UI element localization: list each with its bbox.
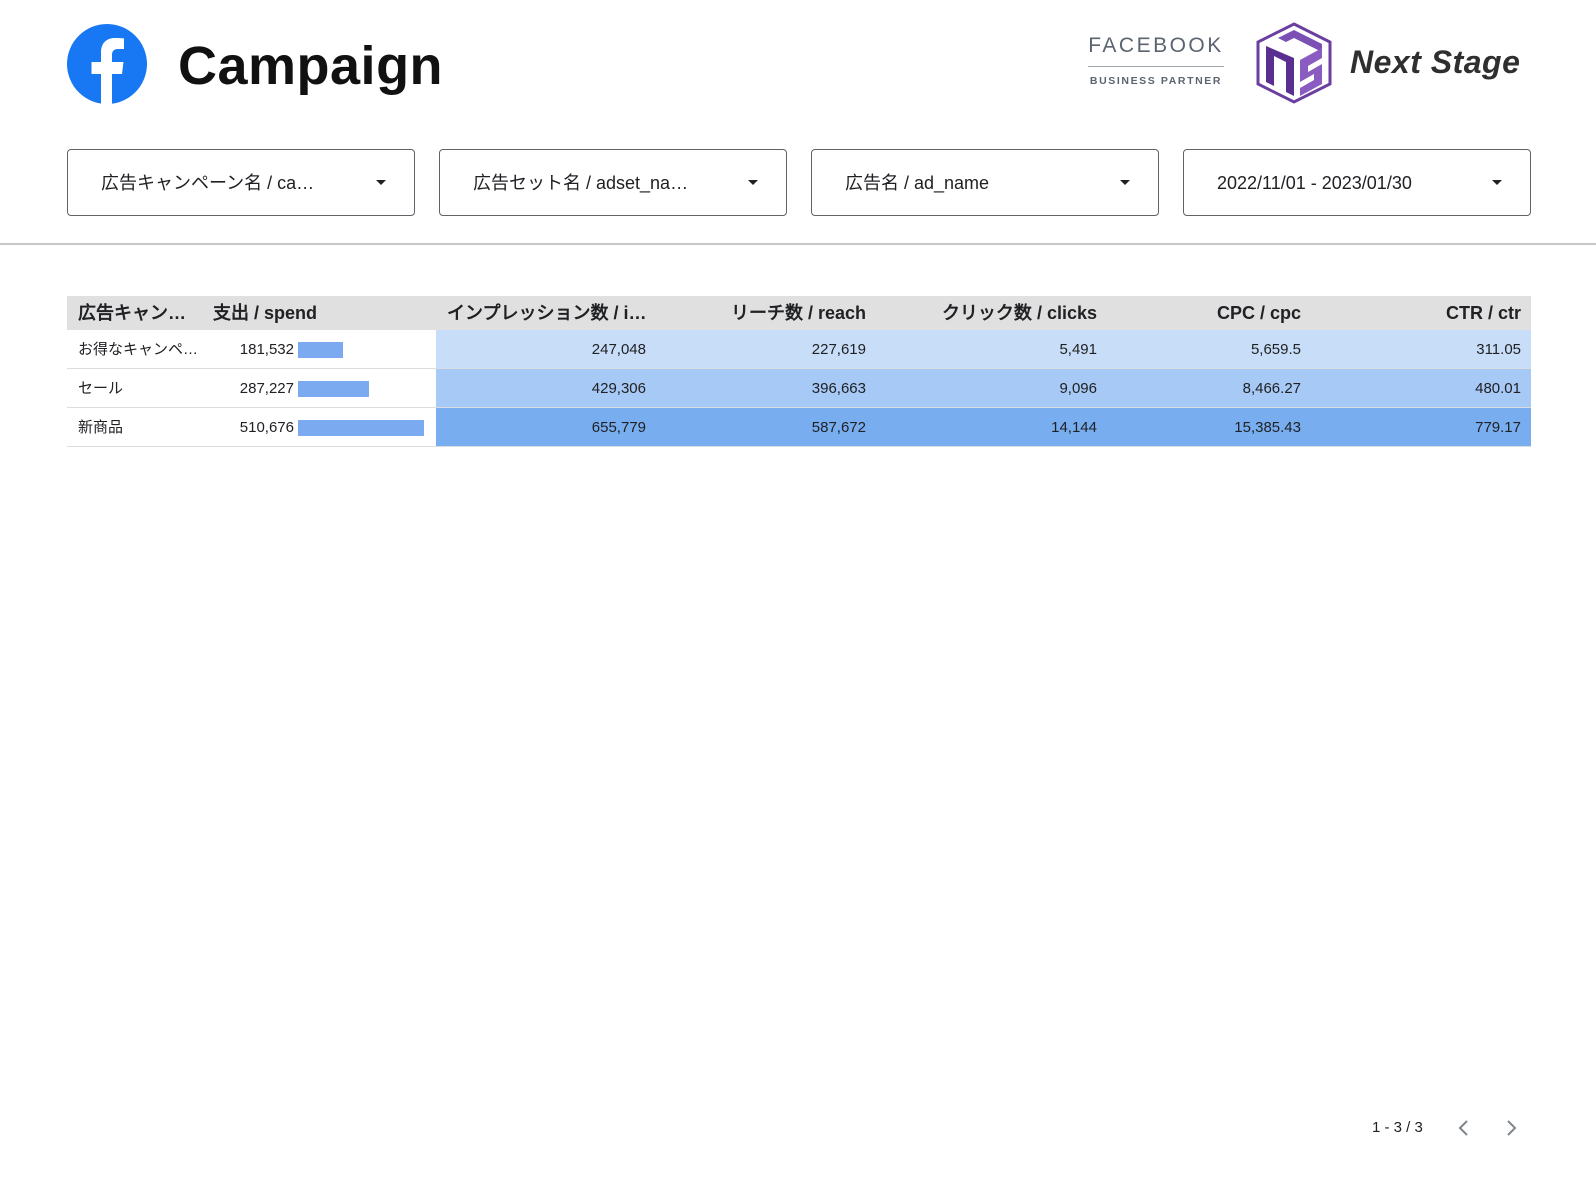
spend-cell: 287,227: [239, 380, 294, 397]
next-stage-logo-icon: [1256, 22, 1332, 104]
cpc-cell: 5,659.5: [1107, 330, 1311, 368]
clicks-cell: 14,144: [876, 408, 1107, 446]
clicks-cell: 9,096: [876, 369, 1107, 407]
clicks-cell: 5,491: [876, 330, 1107, 368]
spend-bar: [298, 420, 424, 436]
facebook-business-partner-badge: FACEBOOK BUSINESS PARTNER: [1086, 34, 1226, 88]
campaign-cell: 新商品: [78, 419, 124, 436]
filter-label: 広告キャンペーン名 / ca…: [101, 173, 315, 193]
ctr-cell: 311.05: [1311, 330, 1531, 368]
spend-cell: 181,532: [239, 341, 294, 358]
table-row[interactable]: お得なキャンペ… 181,532 247,048 227,619 5,491 5…: [67, 330, 1531, 369]
reach-cell: 227,619: [656, 330, 876, 368]
campaign-name-filter[interactable]: 広告キャンペーン名 / ca…: [67, 149, 415, 216]
impressions-cell: 247,048: [436, 330, 656, 368]
date-range-filter[interactable]: 2022/11/01 - 2023/01/30: [1183, 149, 1531, 216]
impressions-cell: 429,306: [436, 369, 656, 407]
caret-down-icon: [376, 180, 386, 185]
adset-name-filter[interactable]: 広告セット名 / adset_na…: [439, 149, 787, 216]
reach-cell: 587,672: [656, 408, 876, 446]
column-header-reach[interactable]: リーチ数 / reach: [656, 296, 876, 330]
reach-cell: 396,663: [656, 369, 876, 407]
partner-bottom-text: BUSINESS PARTNER: [1089, 75, 1223, 87]
spend-bar: [298, 342, 343, 358]
spend-bar: [298, 381, 369, 397]
chevron-left-icon[interactable]: [1452, 1116, 1476, 1140]
brand-name: Next Stage: [1350, 44, 1521, 80]
impressions-cell: 655,779: [436, 408, 656, 446]
facebook-logo-icon: [67, 24, 147, 104]
table-row[interactable]: セール 287,227 429,306 396,663 9,096 8,466.…: [67, 369, 1531, 408]
column-header-spend[interactable]: 支出 / spend: [213, 296, 435, 330]
column-header-cpc[interactable]: CPC / cpc: [1107, 296, 1311, 330]
column-header-ctr[interactable]: CTR / ctr: [1311, 296, 1531, 330]
caret-down-icon: [1492, 180, 1502, 185]
campaign-cell: セール: [78, 380, 124, 397]
header-divider: [0, 243, 1596, 245]
caret-down-icon: [748, 180, 758, 185]
table-header-row: 広告キャン… 支出 / spend インプレッション数 / i… リーチ数 / …: [67, 296, 1531, 330]
ad-name-filter[interactable]: 広告名 / ad_name: [811, 149, 1159, 216]
pagination-range: 1 - 3 / 3: [1372, 1119, 1423, 1136]
campaign-cell: お得なキャンペ…: [78, 341, 199, 358]
partner-top-text: FACEBOOK: [1088, 34, 1224, 57]
date-range-label: 2022/11/01 - 2023/01/30: [1217, 173, 1412, 193]
filter-label: 広告セット名 / adset_na…: [473, 173, 689, 193]
filter-label: 広告名 / ad_name: [845, 173, 990, 193]
column-header-impressions[interactable]: インプレッション数 / i…: [436, 296, 656, 330]
ctr-cell: 480.01: [1311, 369, 1531, 407]
cpc-cell: 15,385.43: [1107, 408, 1311, 446]
ctr-cell: 779.17: [1311, 408, 1531, 446]
campaign-table: 広告キャン… 支出 / spend インプレッション数 / i… リーチ数 / …: [67, 296, 1531, 447]
spend-cell: 510,676: [239, 419, 294, 436]
table-row[interactable]: 新商品 510,676 655,779 587,672 14,144 15,38…: [67, 408, 1531, 447]
caret-down-icon: [1120, 180, 1130, 185]
column-header-clicks[interactable]: クリック数 / clicks: [876, 296, 1107, 330]
chevron-right-icon[interactable]: [1499, 1116, 1523, 1140]
partner-divider: [1088, 66, 1224, 67]
cpc-cell: 8,466.27: [1107, 369, 1311, 407]
page-title: Campaign: [178, 36, 444, 96]
column-header-campaign[interactable]: 広告キャン…: [67, 296, 215, 330]
